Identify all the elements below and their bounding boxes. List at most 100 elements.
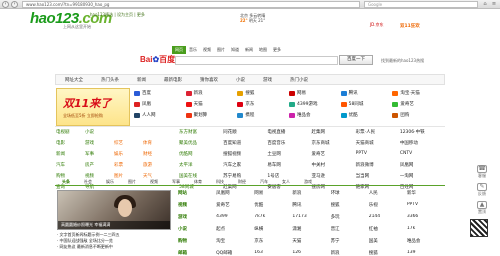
- site-link[interactable]: 网易: [289, 90, 341, 96]
- category-link[interactable]: 纵横: [254, 226, 292, 232]
- site-link[interactable]: 爱奇艺: [392, 101, 444, 107]
- site-link[interactable]: 唯品会: [289, 112, 341, 118]
- category-link[interactable]: 旅游: [143, 162, 172, 168]
- category-link[interactable]: 京东: [254, 238, 292, 244]
- search-tab[interactable]: 更多: [270, 46, 284, 54]
- mid-link[interactable]: 太平洋: [179, 162, 223, 168]
- top-links[interactable]: hao123精选 | 设为主页 | 更多: [90, 12, 145, 18]
- back-icon[interactable]: ‹: [2, 1, 9, 8]
- news-tab[interactable]: 女人: [275, 178, 297, 185]
- sidebar-item[interactable]: ☎ 客服: [470, 165, 494, 179]
- category-bar-item[interactable]: 猜你喜欢: [191, 77, 227, 83]
- category-bar-item[interactable]: 新闻: [128, 77, 155, 83]
- promo-text[interactable]: 双11狂欢: [400, 23, 420, 29]
- category-link[interactable]: 17k: [407, 226, 445, 232]
- browser-search-input[interactable]: Google: [364, 1, 478, 8]
- mid-link[interactable]: 东方财富: [179, 129, 223, 135]
- category-link[interactable]: 腾讯: [292, 202, 330, 208]
- news-tab[interactable]: 财经: [231, 178, 253, 185]
- category-link[interactable]: 军事: [85, 151, 114, 157]
- mid-link[interactable]: 易车网: [267, 162, 311, 168]
- category-bar-item[interactable]: 热门小说: [281, 77, 317, 83]
- mid-link[interactable]: 搜狐视频: [223, 151, 267, 157]
- mid-link[interactable]: 百度知道: [223, 140, 267, 146]
- news-tab[interactable]: 科技: [209, 178, 231, 185]
- mid-link[interactable]: 凤凰网: [400, 162, 444, 168]
- mid-link[interactable]: 土豆网: [267, 151, 311, 157]
- promo-banner[interactable]: 双11来了 全场低至5折 立即抢购: [56, 88, 130, 126]
- search-button[interactable]: 百度一下: [339, 55, 373, 65]
- site-link[interactable]: 凤凰: [134, 101, 186, 107]
- category-link[interactable]: 彩票: [114, 162, 143, 168]
- category-link[interactable]: 淘宝: [216, 238, 254, 244]
- site-link[interactable]: 4399游戏: [289, 101, 341, 107]
- category-link[interactable]: 唯品会: [407, 238, 445, 244]
- category-link[interactable]: 小说: [85, 129, 114, 135]
- category-link[interactable]: 新浪: [292, 190, 330, 196]
- category-link[interactable]: 体育: [143, 140, 172, 146]
- news-tab[interactable]: 游戏: [297, 178, 319, 185]
- mid-link[interactable]: 中国移动: [400, 140, 444, 146]
- category-bar-item[interactable]: 网址大全: [56, 77, 92, 83]
- mid-link[interactable]: 爱奇艺: [312, 151, 356, 157]
- category-link[interactable]: 多玩: [331, 214, 369, 220]
- category-link[interactable]: 房产: [85, 162, 114, 168]
- category-link[interactable]: 3366: [407, 214, 445, 220]
- category-link[interactable]: 4399: [216, 214, 254, 220]
- category-link[interactable]: 新华: [407, 190, 445, 196]
- news-tab[interactable]: 视频: [143, 178, 165, 185]
- mid-link[interactable]: 百度音乐: [267, 140, 311, 146]
- search-tab[interactable]: 视频: [200, 46, 214, 54]
- mid-link[interactable]: 聚美优品: [179, 140, 223, 146]
- category-link[interactable]: PPTV: [407, 202, 445, 208]
- home-icon[interactable]: ⌂: [482, 1, 488, 7]
- category-link[interactable]: 国美: [369, 238, 407, 244]
- category-bar-item[interactable]: 小说: [227, 77, 254, 83]
- news-tab[interactable]: 社会: [77, 178, 99, 185]
- search-tab[interactable]: 地图: [256, 46, 270, 54]
- site-link[interactable]: 腾讯: [340, 90, 393, 96]
- mid-link[interactable]: 汽车之家: [223, 162, 267, 168]
- site-link[interactable]: 优酷: [340, 112, 393, 118]
- category-link[interactable]: 人民: [369, 190, 407, 196]
- search-tab[interactable]: 知道: [228, 46, 242, 54]
- news-tab[interactable]: 体育: [187, 178, 209, 185]
- site-link[interactable]: 天猫: [185, 101, 238, 107]
- site-link[interactable]: 团购: [392, 112, 444, 118]
- search-tab[interactable]: 音乐: [186, 46, 200, 54]
- weather-widget[interactable]: 北京 多云转晴 22° 明天 21°: [240, 13, 308, 23]
- category-link[interactable]: 潇湘: [292, 226, 330, 232]
- site-link[interactable]: 人人网: [134, 112, 186, 118]
- category-link[interactable]: 爱奇艺: [216, 202, 254, 208]
- mid-link[interactable]: 12306·中铁: [400, 129, 444, 135]
- category-link[interactable]: 17173: [292, 214, 330, 220]
- news-tab[interactable]: 军事: [165, 178, 187, 185]
- search-tab[interactable]: 图片: [214, 46, 228, 54]
- category-link[interactable]: 晋江: [331, 226, 369, 232]
- category-link[interactable]: 凤凰网: [216, 190, 254, 196]
- mid-link[interactable]: 京东商城: [312, 140, 356, 146]
- category-link[interactable]: 娱乐: [114, 151, 143, 157]
- mid-link[interactable]: 彩票·人民: [356, 129, 400, 135]
- site-link[interactable]: 京东: [237, 101, 289, 107]
- category-link[interactable]: 网易: [254, 190, 292, 196]
- category-link[interactable]: 游戏: [85, 140, 114, 146]
- menu-icon[interactable]: ≡: [491, 1, 497, 7]
- sidebar-item[interactable]: ✎ 反馈: [470, 183, 494, 197]
- site-link[interactable]: 新浪: [185, 90, 238, 96]
- category-link[interactable]: 财经: [143, 151, 172, 157]
- search-hot-link[interactable]: 找到最新的hao123热搜: [381, 58, 424, 64]
- mid-link[interactable]: 同花顺: [223, 129, 267, 135]
- mid-link[interactable]: 电视直播: [267, 129, 311, 135]
- category-link[interactable]: 搜狐: [331, 202, 369, 208]
- search-input[interactable]: [175, 56, 338, 65]
- jd-ad[interactable]: JD.京东: [370, 22, 384, 28]
- category-bar-item[interactable]: 热门头条: [92, 77, 128, 83]
- news-tab[interactable]: 娱乐: [99, 178, 121, 185]
- site-link[interactable]: 58同城: [340, 101, 393, 107]
- mid-link[interactable]: 天猫商城: [356, 140, 400, 146]
- site-link[interactable]: 百度: [134, 90, 186, 96]
- site-link[interactable]: 携程: [237, 112, 289, 118]
- category-link[interactable]: 7k7k: [254, 214, 292, 220]
- site-link[interactable]: 淘宝·天猫: [392, 90, 444, 96]
